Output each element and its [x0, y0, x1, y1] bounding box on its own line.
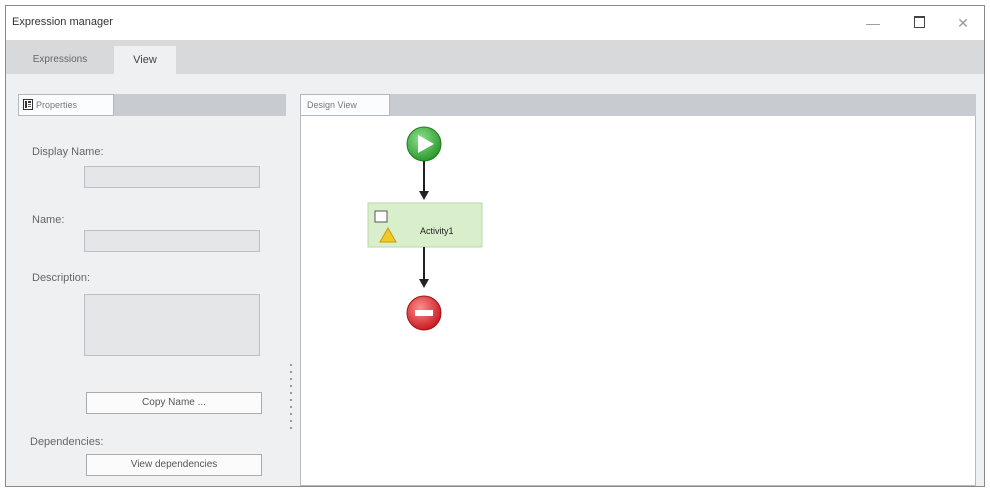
- workflow-diagram: [367, 126, 483, 331]
- end-node[interactable]: [406, 295, 442, 331]
- activity-label: Activity1: [420, 226, 454, 236]
- app-window: Expression manager — ✕ Expressions View …: [5, 5, 985, 487]
- activity-icon: [374, 210, 388, 223]
- stop-end-icon: [415, 310, 433, 316]
- start-node[interactable]: [406, 126, 442, 162]
- activity-node[interactable]: [367, 202, 483, 248]
- arrowhead-end: [419, 279, 429, 288]
- arrowhead-start: [419, 191, 429, 200]
